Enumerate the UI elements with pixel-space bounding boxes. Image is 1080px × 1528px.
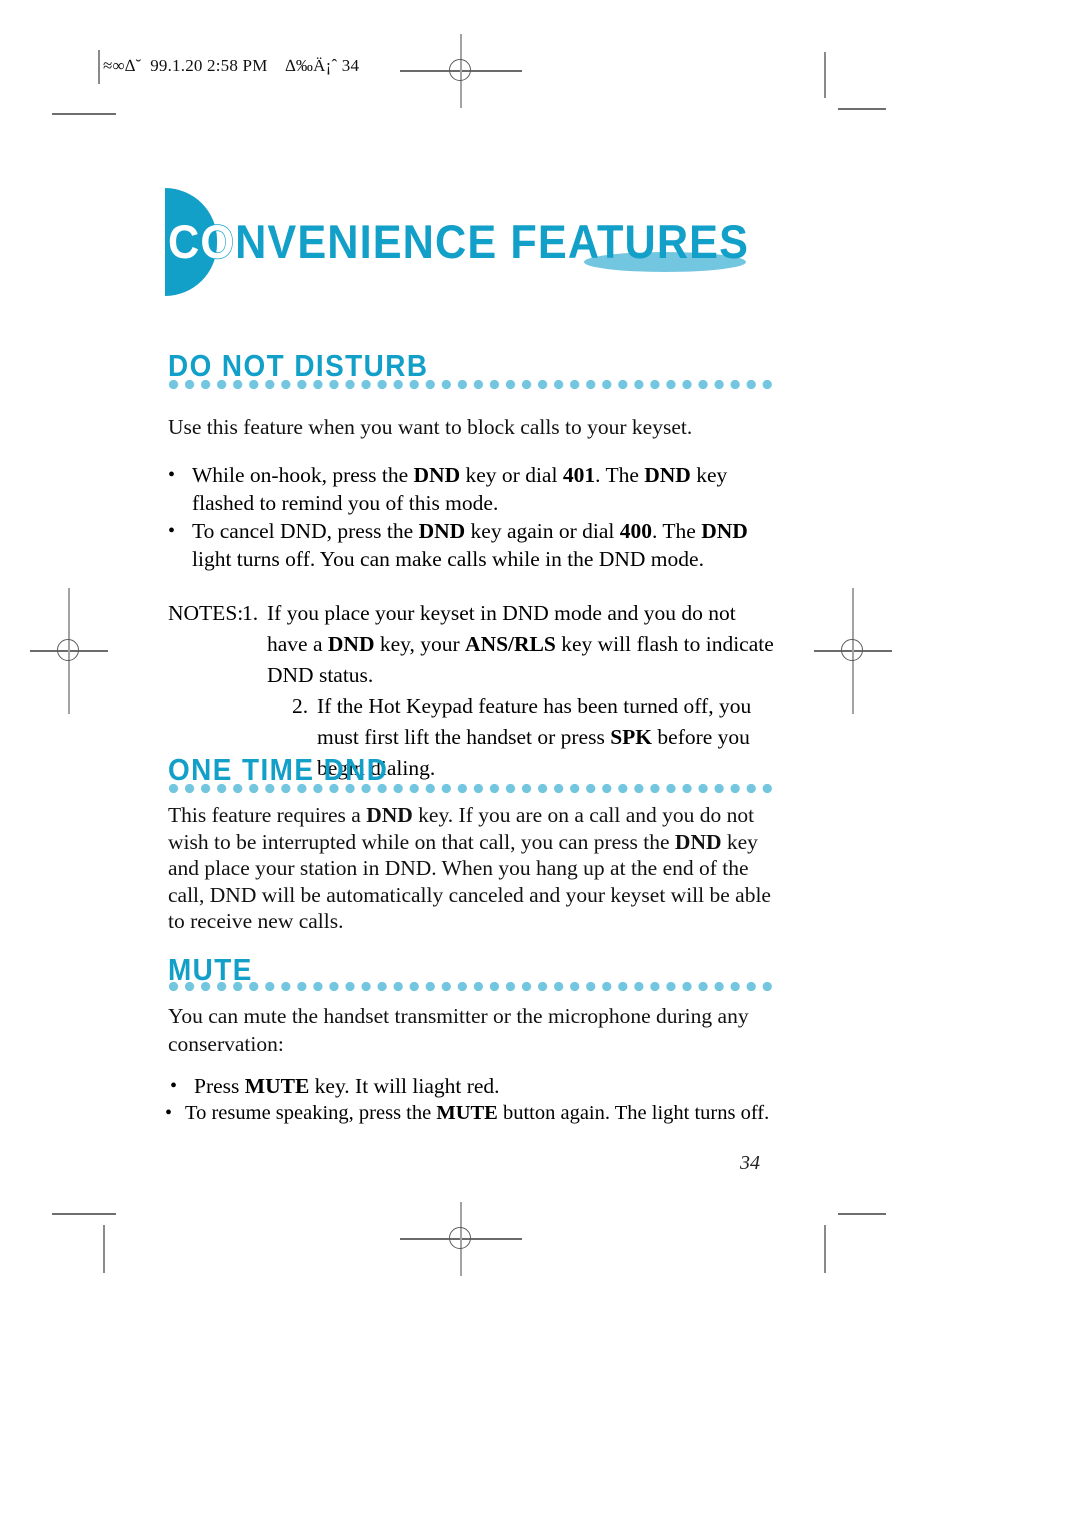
crop-mark-bottom-right	[838, 1213, 886, 1215]
registration-mark-left	[30, 588, 108, 714]
chapter-title-rest: NVENIENCE FEATURES	[235, 215, 750, 268]
registration-mark-top	[400, 34, 522, 108]
crop-mark-bottom-left	[52, 1213, 116, 1215]
page-number: 34	[740, 1152, 760, 1174]
crop-mark-top-left	[52, 113, 116, 115]
dnd-bullet-1-text: While on-hook, press the DND key or dial…	[192, 463, 728, 515]
registration-mark-circle	[449, 1227, 471, 1249]
crop-mark-bottom-right-vertical	[824, 1225, 826, 1273]
mute-bullet-2-text: To resume speaking, press the MUTE butto…	[185, 1102, 770, 1124]
dnd-bullet-2: • To cancel DND, press the DND key again…	[168, 518, 768, 573]
dnd-bullet-1: • While on-hook, press the DND key or di…	[168, 462, 773, 517]
registration-mark-right	[814, 588, 892, 714]
bullet-glyph: •	[170, 1075, 178, 1097]
crop-mark-top-right-vertical	[824, 52, 826, 98]
chapter-title-text: CONVENIENCE FEATURES	[167, 214, 750, 269]
dnd-bullet-2-text: To cancel DND, press the DND key again o…	[192, 519, 748, 571]
chapter-title: CONVENIENCE FEATURES	[160, 182, 840, 307]
chapter-title-lead: CO	[167, 214, 236, 268]
crop-mark-top-left-vertical	[98, 50, 100, 84]
page-header-text: ≈∞∆˘ 99.1.20 2:58 PM ∆‰Ä¡ˆ 34	[103, 56, 360, 75]
registration-mark-circle	[841, 639, 863, 661]
bullet-glyph: •	[168, 464, 176, 486]
note-number-1: 1.	[242, 601, 259, 625]
mute-bullet-1-text: Press MUTE key. It will liaght red.	[194, 1074, 500, 1098]
section-dotted-rule-3	[168, 981, 776, 992]
registration-mark-circle	[57, 639, 79, 661]
one-time-dnd-paragraph: This feature requires a DND key. If you …	[168, 803, 771, 933]
note-text-1: If you place your keyset in DND mode and…	[267, 601, 774, 687]
section-dotted-rule-1	[168, 379, 776, 390]
crop-mark-bottom-left-vertical	[103, 1225, 105, 1273]
bullet-glyph: •	[168, 520, 176, 542]
crop-mark-top-right	[838, 108, 886, 110]
bullet-glyph: •	[165, 1102, 173, 1124]
registration-mark-bottom	[400, 1202, 522, 1276]
section-dotted-rule-2	[168, 783, 776, 794]
mute-intro-paragraph: You can mute the handset transmitter or …	[168, 1004, 749, 1056]
mute-bullet-2: • To resume speaking, press the MUTE but…	[165, 1100, 780, 1128]
notes-label: NOTES:	[168, 601, 244, 625]
note-number-2: 2.	[292, 694, 309, 718]
registration-mark-circle	[449, 59, 471, 81]
dnd-intro-paragraph: Use this feature when you want to block …	[168, 415, 693, 439]
mute-bullet-1: • Press MUTE key. It will liaght red.	[170, 1073, 770, 1101]
